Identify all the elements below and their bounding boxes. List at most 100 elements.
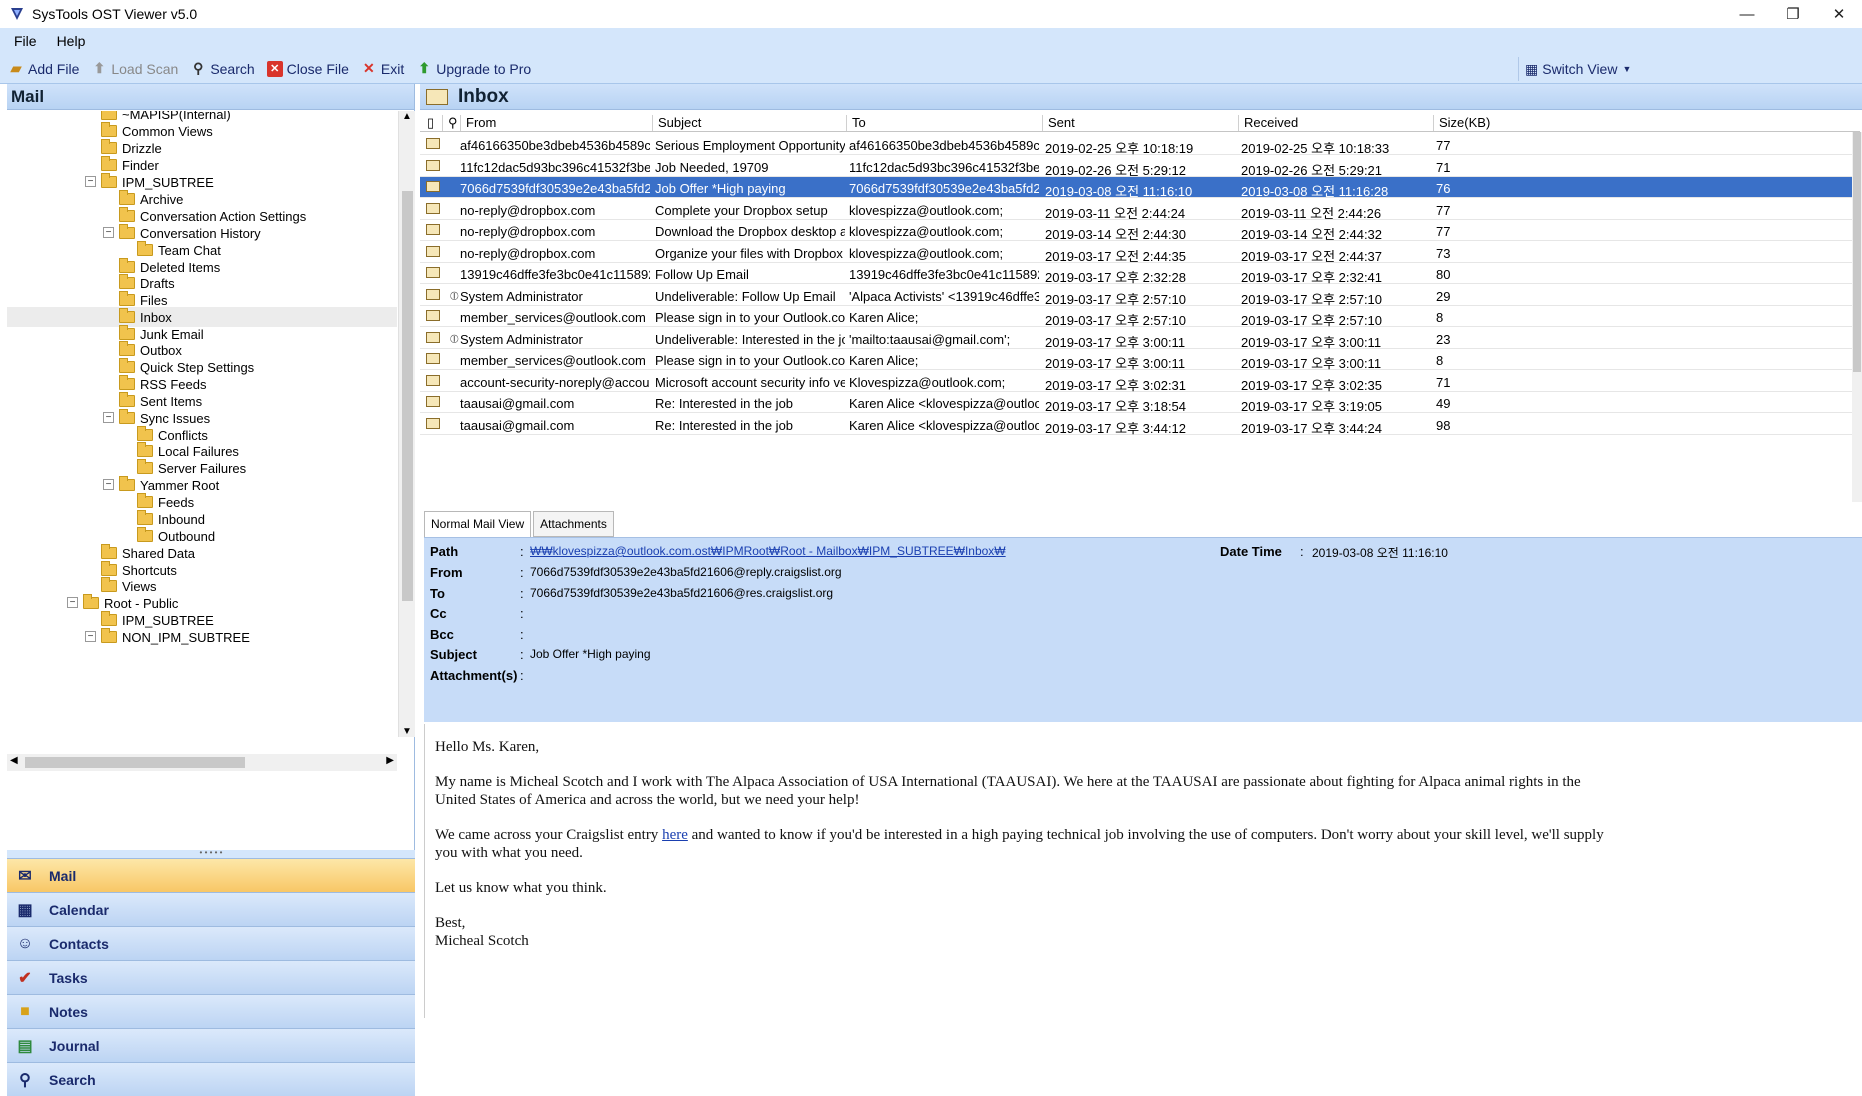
tree-item-label: Drizzle (122, 140, 162, 156)
message-list-scroll-thumb[interactable] (1853, 132, 1861, 372)
col-to[interactable]: To (846, 115, 866, 131)
switch-view-button[interactable]: ▦ Switch View ▼ (1518, 57, 1631, 81)
cell-subject: Please sign in to your Outlook.com a... (655, 353, 845, 368)
nav-calendar[interactable]: ▦ Calendar (7, 892, 415, 926)
envelope-icon (426, 288, 440, 300)
scroll-down-icon[interactable]: ▼ (402, 726, 412, 737)
path-link[interactable]: ₩₩klovespizza@outlook.com.ost₩IPMRoot₩Ro… (530, 544, 806, 558)
message-row[interactable]: taausai@gmail.com Re: Interested in the j… (420, 414, 1852, 436)
cell-size: 77 (1436, 138, 1451, 153)
close-file-button[interactable]: ✕ Close File (266, 60, 349, 77)
message-row[interactable]: member_services@outlook.com Please sign i… (420, 306, 1852, 328)
message-row[interactable]: 13919c46dffe3fe3bc0e41c115892ba7... Follo… (420, 263, 1852, 285)
message-row[interactable]: account-security-noreply@accountpr... Mic… (420, 371, 1852, 393)
tree-vertical-scrollbar[interactable]: ▲ ▼ (398, 111, 415, 737)
nav-contacts-label: Contacts (49, 935, 109, 952)
tree-item-label: Team Chat (158, 242, 221, 258)
search-button[interactable]: ⚲ Search (190, 60, 255, 77)
message-row[interactable]: no-reply@dropbox.com Download the Dropbox… (420, 220, 1852, 242)
tree-item-label: Sent Items (140, 393, 203, 409)
close-file-label: Close File (286, 60, 349, 77)
col-from[interactable]: From (460, 115, 496, 131)
tasks-icon: ✔ (18, 969, 32, 987)
message-row[interactable]: af46166350be3dbeb4536b4589c5ca3... Seriou… (420, 134, 1852, 156)
cell-received: 2019-03-11 오전 2:44:26 (1241, 205, 1382, 221)
upgrade-button[interactable]: ⬆ Upgrade to Pro (416, 60, 531, 77)
cell-sent: 2019-03-17 오후 3:02:31 (1045, 377, 1187, 393)
menu-file[interactable]: File (14, 33, 37, 49)
message-row[interactable]: taausai@gmail.com Re: Interested in the j… (420, 392, 1852, 414)
col-size[interactable]: Size(KB) (1433, 115, 1490, 131)
add-file-button[interactable]: ▰ Add File (8, 60, 80, 77)
tree-item-label: Inbound (158, 511, 205, 527)
subject-value: Job Offer *High paying (530, 647, 651, 661)
exit-button[interactable]: ✕ Exit (361, 60, 404, 77)
message-row[interactable]: member_services@outlook.com Please sign i… (420, 349, 1852, 371)
craigslist-entry-link[interactable]: here (662, 827, 688, 843)
nav-journal[interactable]: ▤ Journal (7, 1028, 415, 1062)
load-scan-label: Load Scan (111, 60, 179, 77)
contacts-icon: ☺ (16, 934, 34, 952)
scroll-right-icon[interactable]: ▶ (386, 755, 394, 766)
collapse-toggle-icon[interactable]: − (103, 412, 114, 423)
menu-help[interactable]: Help (57, 33, 86, 49)
col-sent[interactable]: Sent (1042, 115, 1075, 131)
cell-to: 'mailto:taausai@gmail.com'; (849, 331, 1011, 347)
pane-splitter-grip[interactable]: • • • • • (7, 849, 415, 858)
message-row[interactable]: ⦶ System Administrator Undeliverable: Foll… (420, 285, 1852, 307)
folder-icon (83, 594, 99, 609)
cell-from: taausai@gmail.com (460, 417, 575, 433)
tree-hscroll-thumb[interactable] (25, 757, 245, 768)
folder-icon (119, 258, 135, 273)
message-row[interactable]: 11fc12dac5d93bc396c41532f3be1ab7... Job N… (420, 156, 1852, 178)
collapse-toggle-icon[interactable]: − (67, 597, 78, 608)
message-row[interactable]: 7066d7539fdf30539e2e43ba5fd21606... Job O… (420, 177, 1852, 199)
message-row[interactable]: ⦶ System Administrator Undeliverable: Inte… (420, 328, 1852, 350)
message-list-scrollbar[interactable] (1852, 132, 1862, 502)
collapse-toggle-icon[interactable]: − (103, 227, 114, 238)
tab-attachments[interactable]: Attachments (533, 511, 614, 537)
colon: : (520, 565, 524, 580)
tree-scroll-thumb[interactable] (402, 191, 413, 601)
attachment-col-icon: ⚲ (442, 115, 458, 131)
minimize-button[interactable]: — (1724, 0, 1770, 28)
nav-journal-label: Journal (49, 1037, 100, 1054)
collapse-toggle-icon[interactable]: − (103, 479, 114, 490)
tree-item[interactable]: − NON_IPM_SUBTREE (7, 627, 397, 647)
folder-icon (137, 493, 153, 508)
close-window-button[interactable]: ✕ (1816, 0, 1862, 28)
scroll-left-icon[interactable]: ◀ (10, 755, 18, 766)
message-row[interactable]: no-reply@dropbox.com Organize your files … (420, 242, 1852, 264)
tree-item-label: Outbound (158, 528, 216, 544)
cell-to: af46166350be3dbeb4536b4589c5ca32... (849, 138, 1039, 153)
restore-button[interactable]: ❐ (1770, 0, 1816, 28)
message-row[interactable]: no-reply@dropbox.com Complete your Dropbo… (420, 199, 1852, 221)
cell-from: member_services@outlook.com (460, 310, 646, 325)
cell-subject: Job Offer *High paying (655, 181, 786, 196)
folder-icon (101, 628, 117, 643)
tree-item-label: Conversation History (140, 225, 261, 241)
col-subject[interactable]: Subject (652, 115, 701, 131)
collapse-toggle-icon[interactable]: − (85, 176, 96, 187)
nav-contacts[interactable]: ☺ Contacts (7, 926, 415, 960)
cell-sent: 2019-03-17 오후 3:18:54 (1045, 399, 1187, 414)
collapse-toggle-icon[interactable]: − (85, 631, 96, 642)
folder-icon (119, 392, 135, 407)
nav-search[interactable]: ⚲ Search (7, 1062, 415, 1096)
scroll-up-icon[interactable]: ▲ (402, 111, 412, 122)
envelope-icon (426, 202, 440, 214)
search-icon: ⚲ (19, 1071, 31, 1089)
nav-tasks[interactable]: ✔ Tasks (7, 960, 415, 994)
body-paragraph-1: My name is Micheal Scotch and I work wit… (435, 774, 1581, 808)
cell-received: 2019-02-25 오후 10:18:33 (1241, 141, 1390, 156)
nav-mail[interactable]: ✉ Mail (7, 858, 415, 892)
envelope-icon (426, 331, 440, 343)
cell-size: 8 (1436, 310, 1444, 325)
tree-horizontal-scrollbar[interactable]: ◀ ▶ (7, 754, 397, 771)
envelope-icon (426, 224, 440, 235)
nav-notes[interactable]: ■ Notes (7, 994, 415, 1028)
menu-bar: File Help (0, 28, 1862, 54)
col-received[interactable]: Received (1238, 115, 1298, 131)
tab-normal-mail-view[interactable]: Normal Mail View (424, 511, 532, 537)
load-scan-button[interactable]: ⬆ Load Scan (91, 60, 179, 77)
